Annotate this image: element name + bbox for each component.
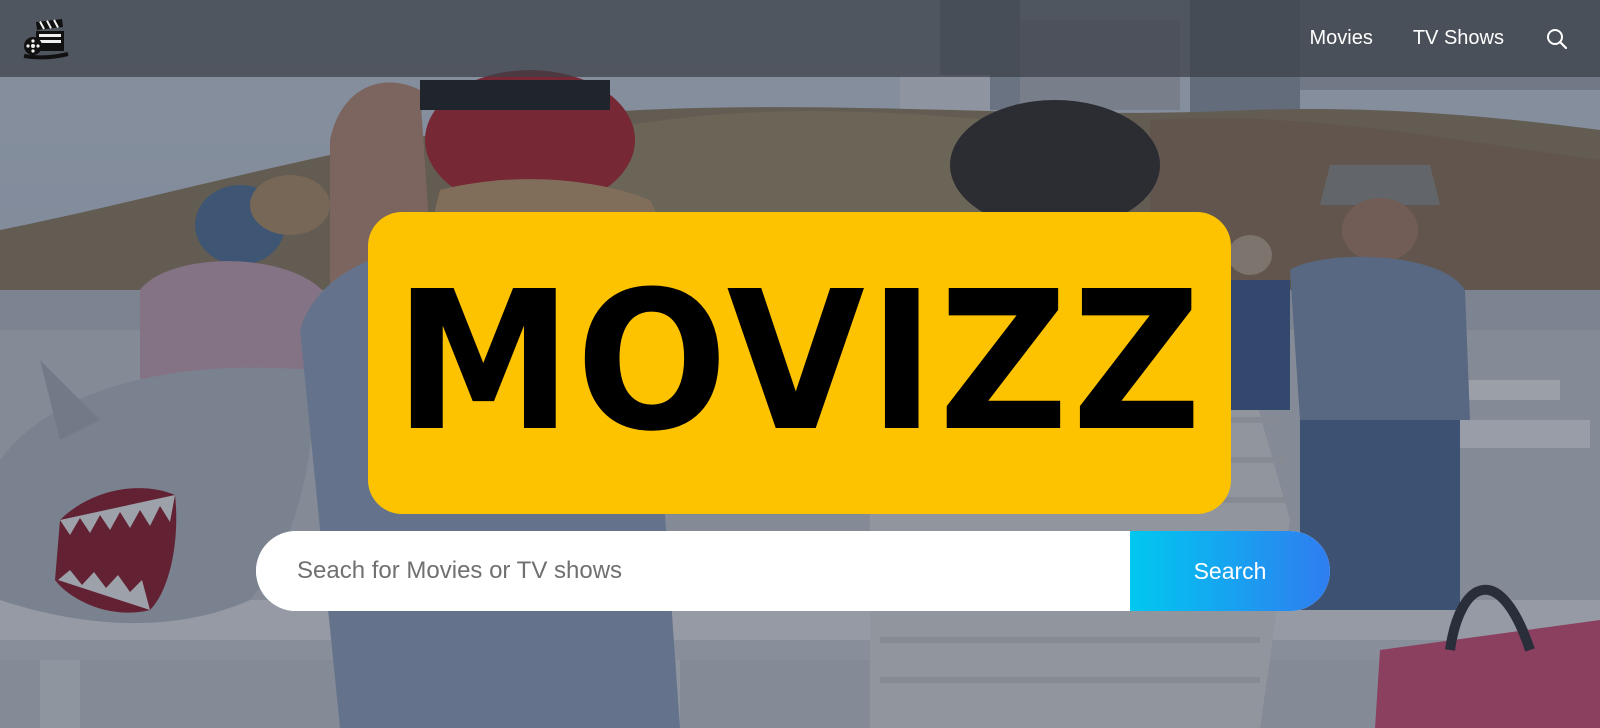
clapperboard-film-icon-graphic (23, 18, 69, 59)
search-icon[interactable] (1544, 26, 1570, 52)
main-nav: Movies TV Shows (1309, 26, 1570, 52)
nav-tv-shows-link[interactable]: TV Shows (1413, 27, 1504, 50)
brand-logo-box: MOVIZZ (368, 212, 1231, 514)
search-icon-graphic (1547, 28, 1568, 49)
nav-movies-link[interactable]: Movies (1309, 27, 1372, 50)
clapperboard-film-icon[interactable] (22, 15, 70, 63)
search-input[interactable] (256, 531, 1130, 611)
hero-search-form: Search (256, 531, 1330, 611)
top-navigation-bar: Movies TV Shows (0, 0, 1600, 77)
brand-title: MOVIZZ (394, 251, 1205, 474)
landing-page: Movies TV Shows MOVIZZ Search (0, 0, 1600, 728)
search-button[interactable]: Search (1130, 531, 1330, 611)
